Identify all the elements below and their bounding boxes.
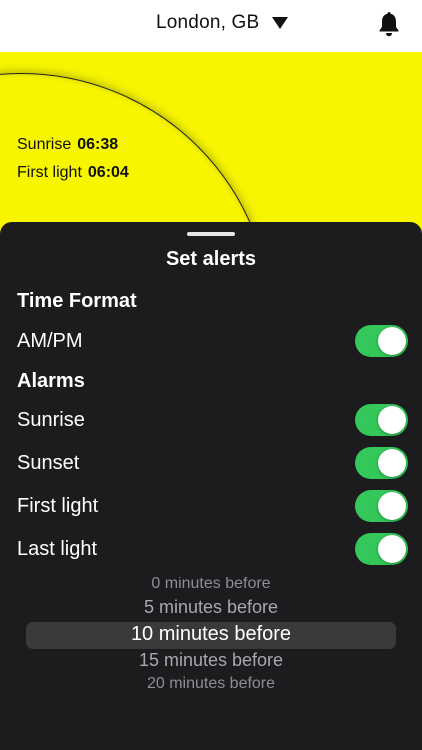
alarm-sunrise-label: Sunrise [17,409,85,431]
picker-option[interactable]: 0 minutes before [0,577,422,591]
toggle-knob [378,492,406,520]
alarm-first-light-label: First light [17,495,99,517]
sunrise-label: Sunrise [17,136,72,153]
alarm-sunset-toggle[interactable] [355,447,408,479]
location-selector[interactable]: London, GB [156,12,259,34]
alarms-heading: Alarms [17,370,85,392]
bell-icon[interactable] [376,10,402,38]
picker-option[interactable]: 20 minutes before [0,675,422,689]
alarm-sunset-label: Sunset [17,452,80,474]
picker-option-selected[interactable]: 10 minutes before [0,623,422,646]
toggle-knob [378,535,406,563]
ampm-label: AM/PM [17,330,83,352]
alarm-last-light-label: Last light [17,538,98,560]
time-format-heading: Time Format [17,290,137,312]
sunrise-info: Sunrise 06:38 [17,136,118,154]
alarm-last-light-toggle[interactable] [355,533,408,565]
first-light-time: 06:04 [87,164,129,181]
picker-option[interactable]: 5 minutes before [0,597,422,618]
minutes-before-picker[interactable]: 0 minutes before 5 minutes before 10 min… [0,577,422,689]
sheet-title: Set alerts [165,248,257,270]
alarm-sunrise-toggle[interactable] [355,404,408,436]
toggle-knob [378,449,406,477]
top-bar: London, GB [0,0,422,52]
sheet-drag-handle[interactable] [187,232,235,236]
alarm-first-light-toggle[interactable] [355,490,408,522]
toggle-knob [378,406,406,434]
alerts-sheet: Set alerts Time Format AM/PM Alarms Sunr… [0,222,422,750]
first-light-info: First light 06:04 [17,164,129,182]
ampm-toggle[interactable] [355,325,408,357]
chevron-down-icon[interactable] [272,17,288,29]
sunrise-time: 06:38 [77,136,119,153]
picker-option[interactable]: 15 minutes before [0,650,422,671]
first-light-label: First light [17,164,82,181]
toggle-knob [378,327,406,355]
